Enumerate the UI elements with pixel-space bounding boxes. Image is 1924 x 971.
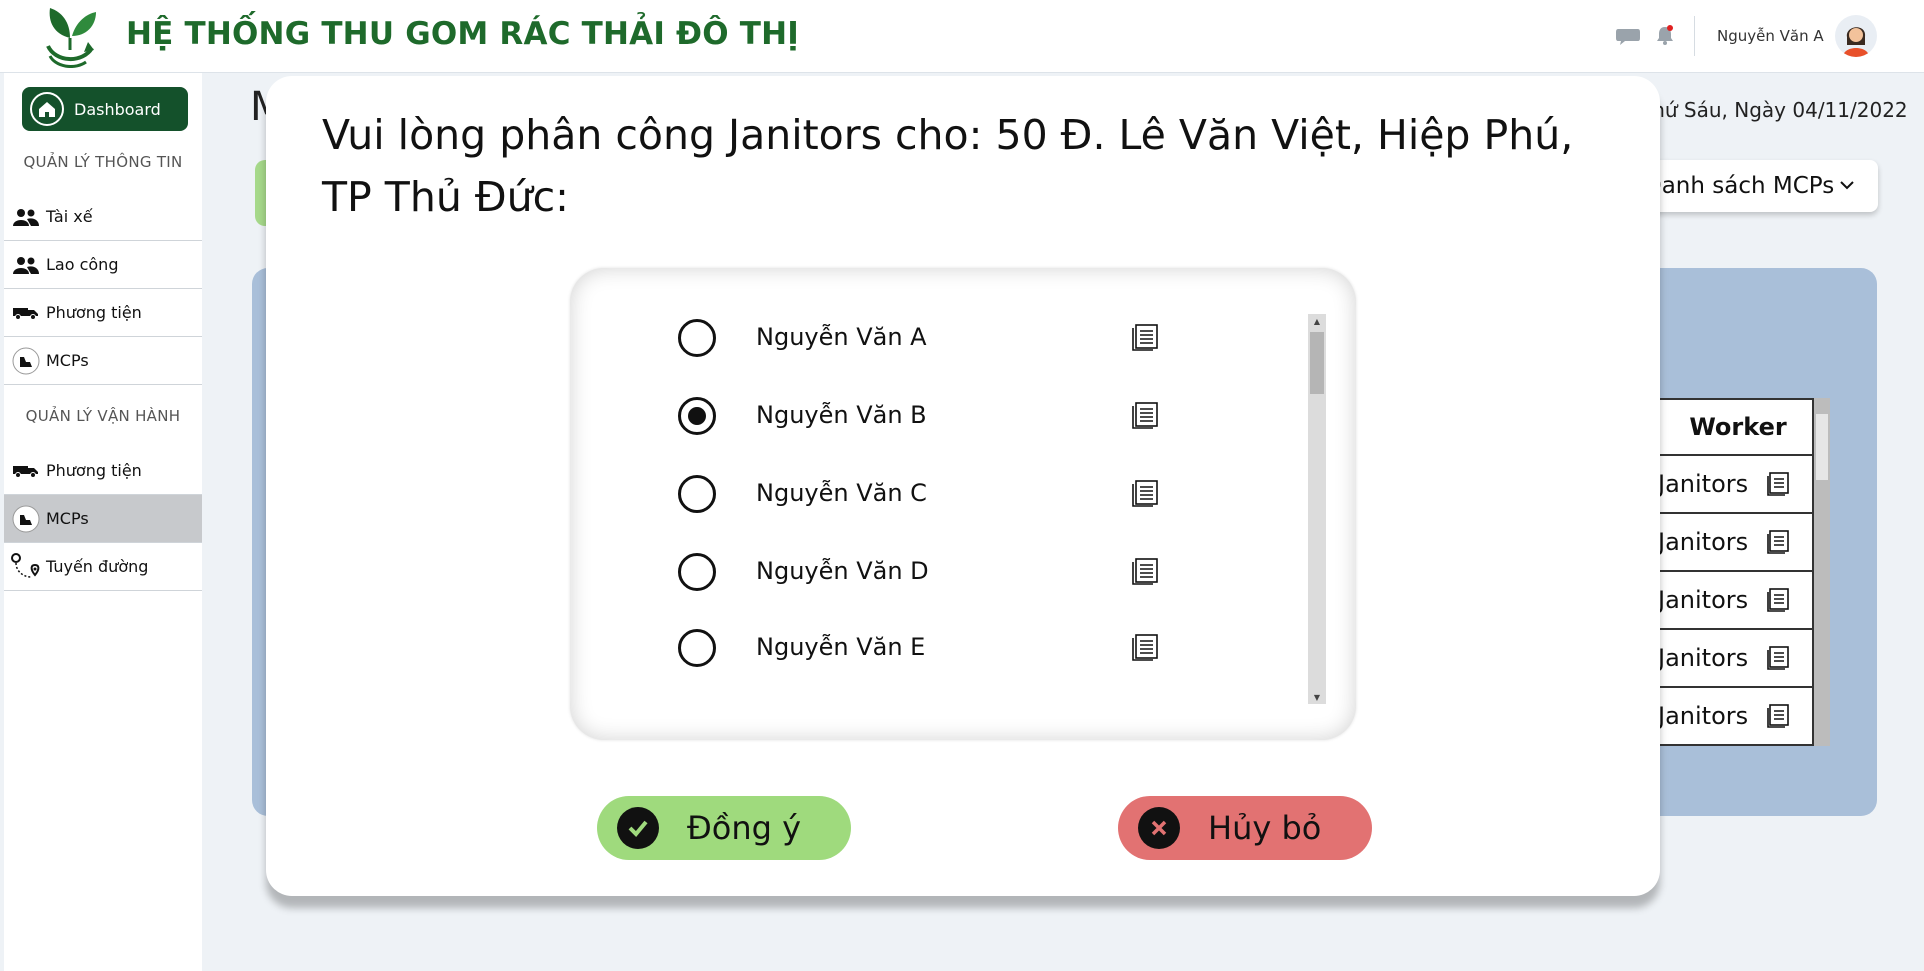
list-scrollbar[interactable]: ▲ ▼	[1308, 314, 1326, 704]
document-icon[interactable]	[1130, 556, 1160, 586]
radio-button[interactable]	[678, 475, 716, 513]
document-icon[interactable]	[1130, 632, 1160, 662]
cancel-label: Hủy bỏ	[1208, 809, 1322, 847]
cancel-button[interactable]: Hủy bỏ	[1118, 796, 1372, 860]
list-item[interactable]: Nguyễn Văn C	[570, 464, 1270, 524]
worker-name: Nguyễn Văn E	[756, 633, 926, 661]
document-icon[interactable]	[1130, 400, 1160, 430]
list-item[interactable]: Nguyễn Văn E	[570, 618, 1270, 678]
close-circle-icon	[1138, 807, 1180, 849]
list-item[interactable]: Nguyễn Văn A	[570, 308, 1270, 368]
worker-name: Nguyễn Văn D	[756, 557, 929, 585]
radio-button[interactable]	[678, 629, 716, 667]
radio-button[interactable]	[678, 319, 716, 357]
radio-button[interactable]	[678, 553, 716, 591]
worker-list: Nguyễn Văn A Nguyễn Văn B Nguyễn Văn C N…	[570, 268, 1356, 740]
modal-overlay: Vui lòng phân công Janitors cho: 50 Đ. L…	[0, 0, 1924, 971]
list-item[interactable]: Nguyễn Văn D	[570, 542, 1270, 602]
list-item[interactable]: Nguyễn Văn B	[570, 386, 1270, 446]
worker-name: Nguyễn Văn B	[756, 401, 927, 429]
assign-janitor-modal: Vui lòng phân công Janitors cho: 50 Đ. L…	[266, 76, 1660, 896]
radio-button-selected[interactable]	[678, 397, 716, 435]
scroll-up-arrow-icon[interactable]: ▲	[1308, 314, 1326, 328]
modal-title: Vui lòng phân công Janitors cho: 50 Đ. L…	[322, 111, 1574, 221]
confirm-button[interactable]: Đồng ý	[597, 796, 851, 860]
document-icon[interactable]	[1130, 478, 1160, 508]
scrollbar-thumb[interactable]	[1310, 332, 1324, 394]
check-circle-icon	[617, 807, 659, 849]
scroll-down-arrow-icon[interactable]: ▼	[1308, 690, 1326, 704]
document-icon[interactable]	[1130, 322, 1160, 352]
worker-name: Nguyễn Văn C	[756, 479, 927, 507]
confirm-label: Đồng ý	[687, 809, 802, 847]
worker-name: Nguyễn Văn A	[756, 323, 927, 351]
